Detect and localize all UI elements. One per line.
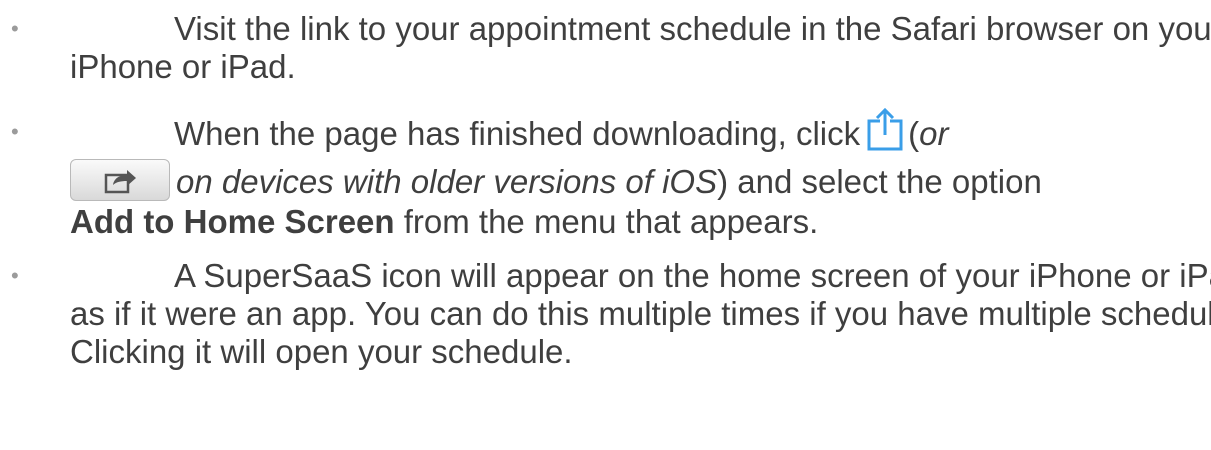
step-2-line-2: on devices with older versions of iOS) a…: [70, 159, 1211, 203]
list-item: • Visit the link to your appointment sch…: [0, 10, 1211, 86]
bullet: •: [11, 119, 19, 144]
option-name: Add to Home Screen: [70, 203, 395, 240]
share-icon: [866, 107, 904, 151]
step-2-line-3: Add to Home Screen from the menu that ap…: [70, 203, 1211, 241]
from-menu-text: from the menu that appears.: [403, 203, 819, 240]
paren-open: (: [908, 115, 920, 152]
and-select-text: and select the option: [737, 163, 1042, 200]
list-item: • A SuperSaaS icon will appear on the ho…: [0, 257, 1211, 371]
step-2-text-part1: When the page has finished downloading, …: [174, 115, 861, 152]
bullet: •: [11, 16, 19, 41]
step-1-text: Visit the link to your appointment sched…: [70, 10, 1211, 85]
step-3-text: A SuperSaaS icon will appear on the home…: [70, 257, 1211, 370]
list-item: • When the page has finished downloading…: [0, 107, 1211, 241]
older-ios-text: on devices with older versions of iOS: [176, 163, 718, 200]
bullet: •: [11, 263, 19, 288]
paren-close: ): [717, 163, 729, 200]
share-button-icon: [70, 159, 170, 201]
instructions-page: • Visit the link to your appointment sch…: [0, 0, 1211, 450]
or-text: or: [919, 115, 949, 152]
